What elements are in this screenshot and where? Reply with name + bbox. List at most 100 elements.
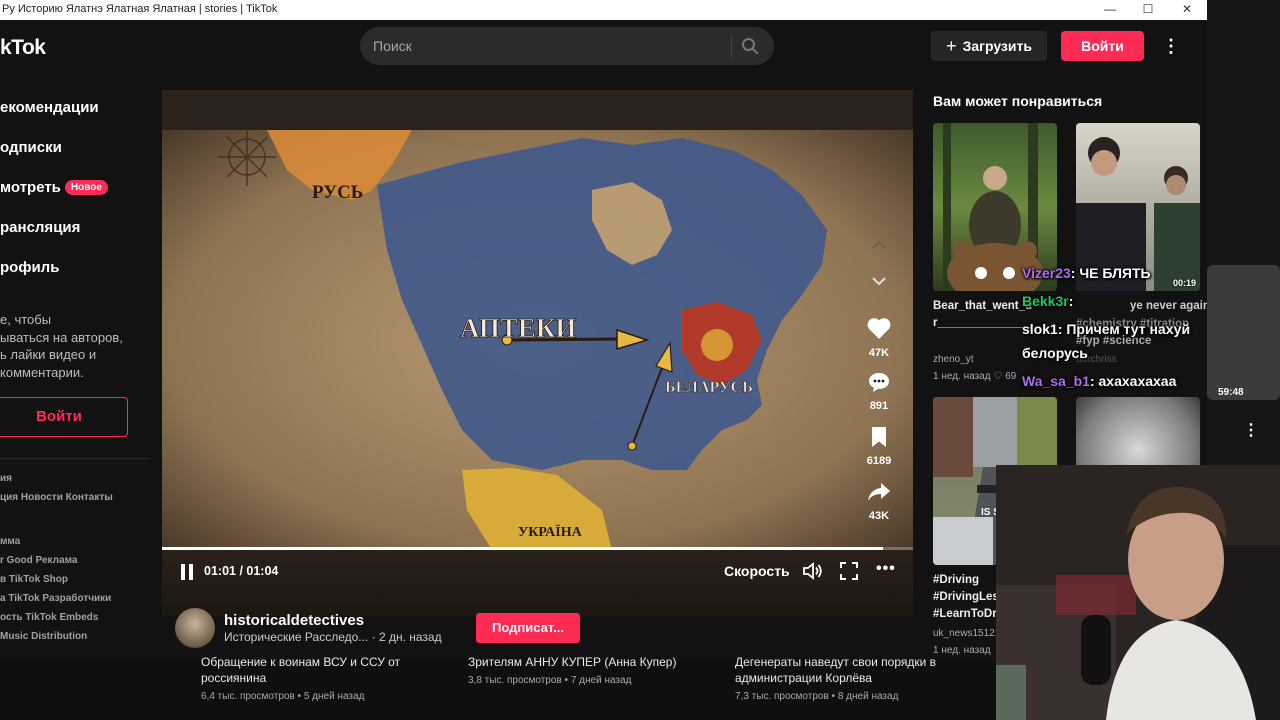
progress-fill [162, 547, 883, 550]
recommendation-meta: 1 нед. назад [933, 645, 991, 656]
close-button[interactable]: ✕ [1167, 0, 1207, 20]
recommendation-caption[interactable]: Bear_that_went_u [933, 298, 1032, 314]
footer-link[interactable]: r Good Реклама [0, 555, 77, 566]
maximize-button[interactable]: ☐ [1128, 0, 1168, 20]
video-title[interactable]: Обращение к воинам ВСУ и ССУ от [201, 654, 400, 670]
save-button[interactable]: 6189 [859, 426, 899, 467]
video-player[interactable]: РУСЬ АПТЕКИ БЕЛАРУСЬ УКРАЇНА 47K 891 618… [162, 90, 913, 616]
like-count: 47K [868, 347, 890, 359]
login-button[interactable]: Войти [1061, 31, 1144, 61]
heart-icon [867, 318, 891, 339]
map-label-rus: РУСЬ [312, 182, 363, 203]
footer-link[interactable]: ость TikTok Embeds [0, 612, 98, 623]
chat-message: Bekk3r: [1022, 293, 1073, 309]
map-label-ukraina: УКРАЇНА [518, 524, 583, 540]
plus-icon: + [946, 36, 957, 56]
sidebar-item-label: рансляция [0, 219, 81, 236]
upload-button[interactable]: + Загрузить [931, 31, 1047, 61]
sidebar-item-recommendations[interactable]: екомендации [0, 99, 99, 116]
login-hint-line: ь лайки видео и [0, 347, 97, 362]
footer-link[interactable]: в TikTok Shop [0, 574, 68, 585]
speed-button[interactable]: Скорость [724, 563, 790, 579]
sidebar-item-profile[interactable]: рофиль [0, 259, 59, 276]
more-options-icon[interactable]: ⋮ [1162, 34, 1180, 58]
video-title[interactable]: россиянина [201, 670, 266, 686]
chat-text: : ЧЕ БЛЯТЬ [1070, 265, 1151, 281]
pause-icon[interactable] [180, 564, 196, 582]
recommendation-caption[interactable]: r_______________ [933, 315, 1033, 331]
like-button[interactable]: 47K [859, 316, 899, 359]
video-meta: 7,3 тыс. просмотров • 8 дней назад [735, 691, 899, 702]
share-button[interactable]: 43K [859, 481, 899, 522]
recommendations-title: Вам может понравиться [933, 93, 1103, 109]
upload-label: Загрузить [962, 38, 1032, 54]
chevron-up-icon[interactable] [869, 238, 889, 252]
recommendation-caption[interactable]: #DrivingLes [933, 589, 999, 605]
share-icon [868, 483, 890, 501]
recommendation-meta: 1 нед. назад ♡ 69 [933, 371, 1017, 382]
search-input[interactable] [373, 27, 713, 65]
chat-text: : Причем тут нахуй [1057, 321, 1191, 337]
video-title[interactable]: администрации Корлёва [735, 670, 872, 686]
search-icon[interactable] [740, 36, 764, 56]
chat-message: slok1: Причем тут нахуй [1022, 321, 1190, 337]
more-options-icon[interactable]: ⋮ [1243, 420, 1259, 440]
video-title[interactable]: Зрителям АННУ КУПЕР (Анна Купер) [468, 654, 676, 670]
recommendation-caption[interactable]: #LearnToDr [933, 606, 997, 622]
timecode: 01:01 / 01:04 [204, 564, 279, 578]
fullscreen-icon[interactable] [839, 561, 859, 581]
login-hint-line: комментарии. [0, 364, 84, 380]
footer-link[interactable]: ция Новости Контакты [0, 492, 113, 503]
recommendation-author[interactable]: zheno_yt [933, 354, 974, 365]
chat-username: Vizer23 [1022, 265, 1071, 281]
sidebar-item-watch[interactable]: мотреть Новое [0, 179, 108, 196]
video-duration: 59:48 [1218, 387, 1244, 398]
author-description: Исторические Расследо... · 2 дн. назад [224, 630, 442, 644]
sidebar-item-live[interactable]: рансляция [0, 219, 80, 236]
chat-message-cont: белорусь [1022, 345, 1088, 361]
subscribe-button[interactable]: Подписат... [476, 613, 580, 643]
window-titlebar: Ру Историю Ялатнэ Ялатная Ялатная | stor… [0, 0, 1207, 20]
chat-text: : ахахахахаа [1089, 373, 1177, 389]
chat-message: Wa_sa_b1: ахахахахаа [1022, 373, 1176, 389]
search-divider [731, 35, 732, 57]
chat-username: Bekk3r [1022, 293, 1069, 309]
video-meta: 6,4 тыс. просмотров • 5 дней назад [201, 691, 365, 702]
new-badge: Новое [64, 180, 108, 195]
share-count: 43K [868, 510, 890, 522]
sidebar-item-label: одписки [0, 139, 62, 156]
tiktok-logo[interactable]: kTok [0, 36, 46, 60]
footer-link[interactable]: ия [0, 473, 12, 484]
sidebar-item-subscriptions[interactable]: одписки [0, 139, 62, 156]
progress-bar[interactable] [162, 547, 913, 550]
save-count: 6189 [866, 455, 892, 467]
search-bar [360, 27, 774, 65]
chat-text: : [1068, 293, 1074, 309]
video-meta: 3,8 тыс. просмотров • 7 дней назад [468, 675, 632, 686]
footer-link[interactable]: мма [0, 536, 20, 547]
video-title[interactable]: Дегенераты наведут свои порядки в [735, 654, 936, 670]
author-name[interactable]: historicaldetectives [224, 612, 364, 629]
chevron-down-icon[interactable] [869, 274, 889, 288]
map-label-apteki: АПТЕКИ [460, 313, 576, 343]
screen: Ру Историю Ялатнэ Ялатная Ялатная | stor… [0, 0, 1280, 720]
chat-username: slok1 [1022, 321, 1058, 337]
divider [0, 458, 150, 459]
avatar[interactable] [175, 608, 215, 648]
video-controls [162, 550, 913, 616]
recommendation-author[interactable]: uk_news15121 [933, 628, 1000, 639]
comment-icon [869, 373, 889, 392]
video-duration: 00:19 [1172, 278, 1196, 288]
more-icon[interactable]: ••• [876, 560, 896, 578]
recommendation-caption[interactable]: #Driving [933, 572, 979, 588]
window-title: Ру Историю Ялатнэ Ялатная Ялатная | stor… [2, 3, 278, 15]
comment-button[interactable]: 891 [859, 371, 899, 412]
footer-link[interactable]: а TikTok Разработчики [0, 593, 111, 604]
recommendation-caption[interactable]: ye never again [1130, 298, 1207, 314]
sidebar-item-label: рофиль [0, 259, 60, 276]
volume-icon[interactable] [802, 561, 824, 581]
comment-count: 891 [869, 400, 889, 412]
sidebar-login-button[interactable]: Войти [0, 397, 128, 437]
minimize-button[interactable]: — [1090, 0, 1130, 20]
footer-link[interactable]: Music Distribution [0, 631, 87, 642]
